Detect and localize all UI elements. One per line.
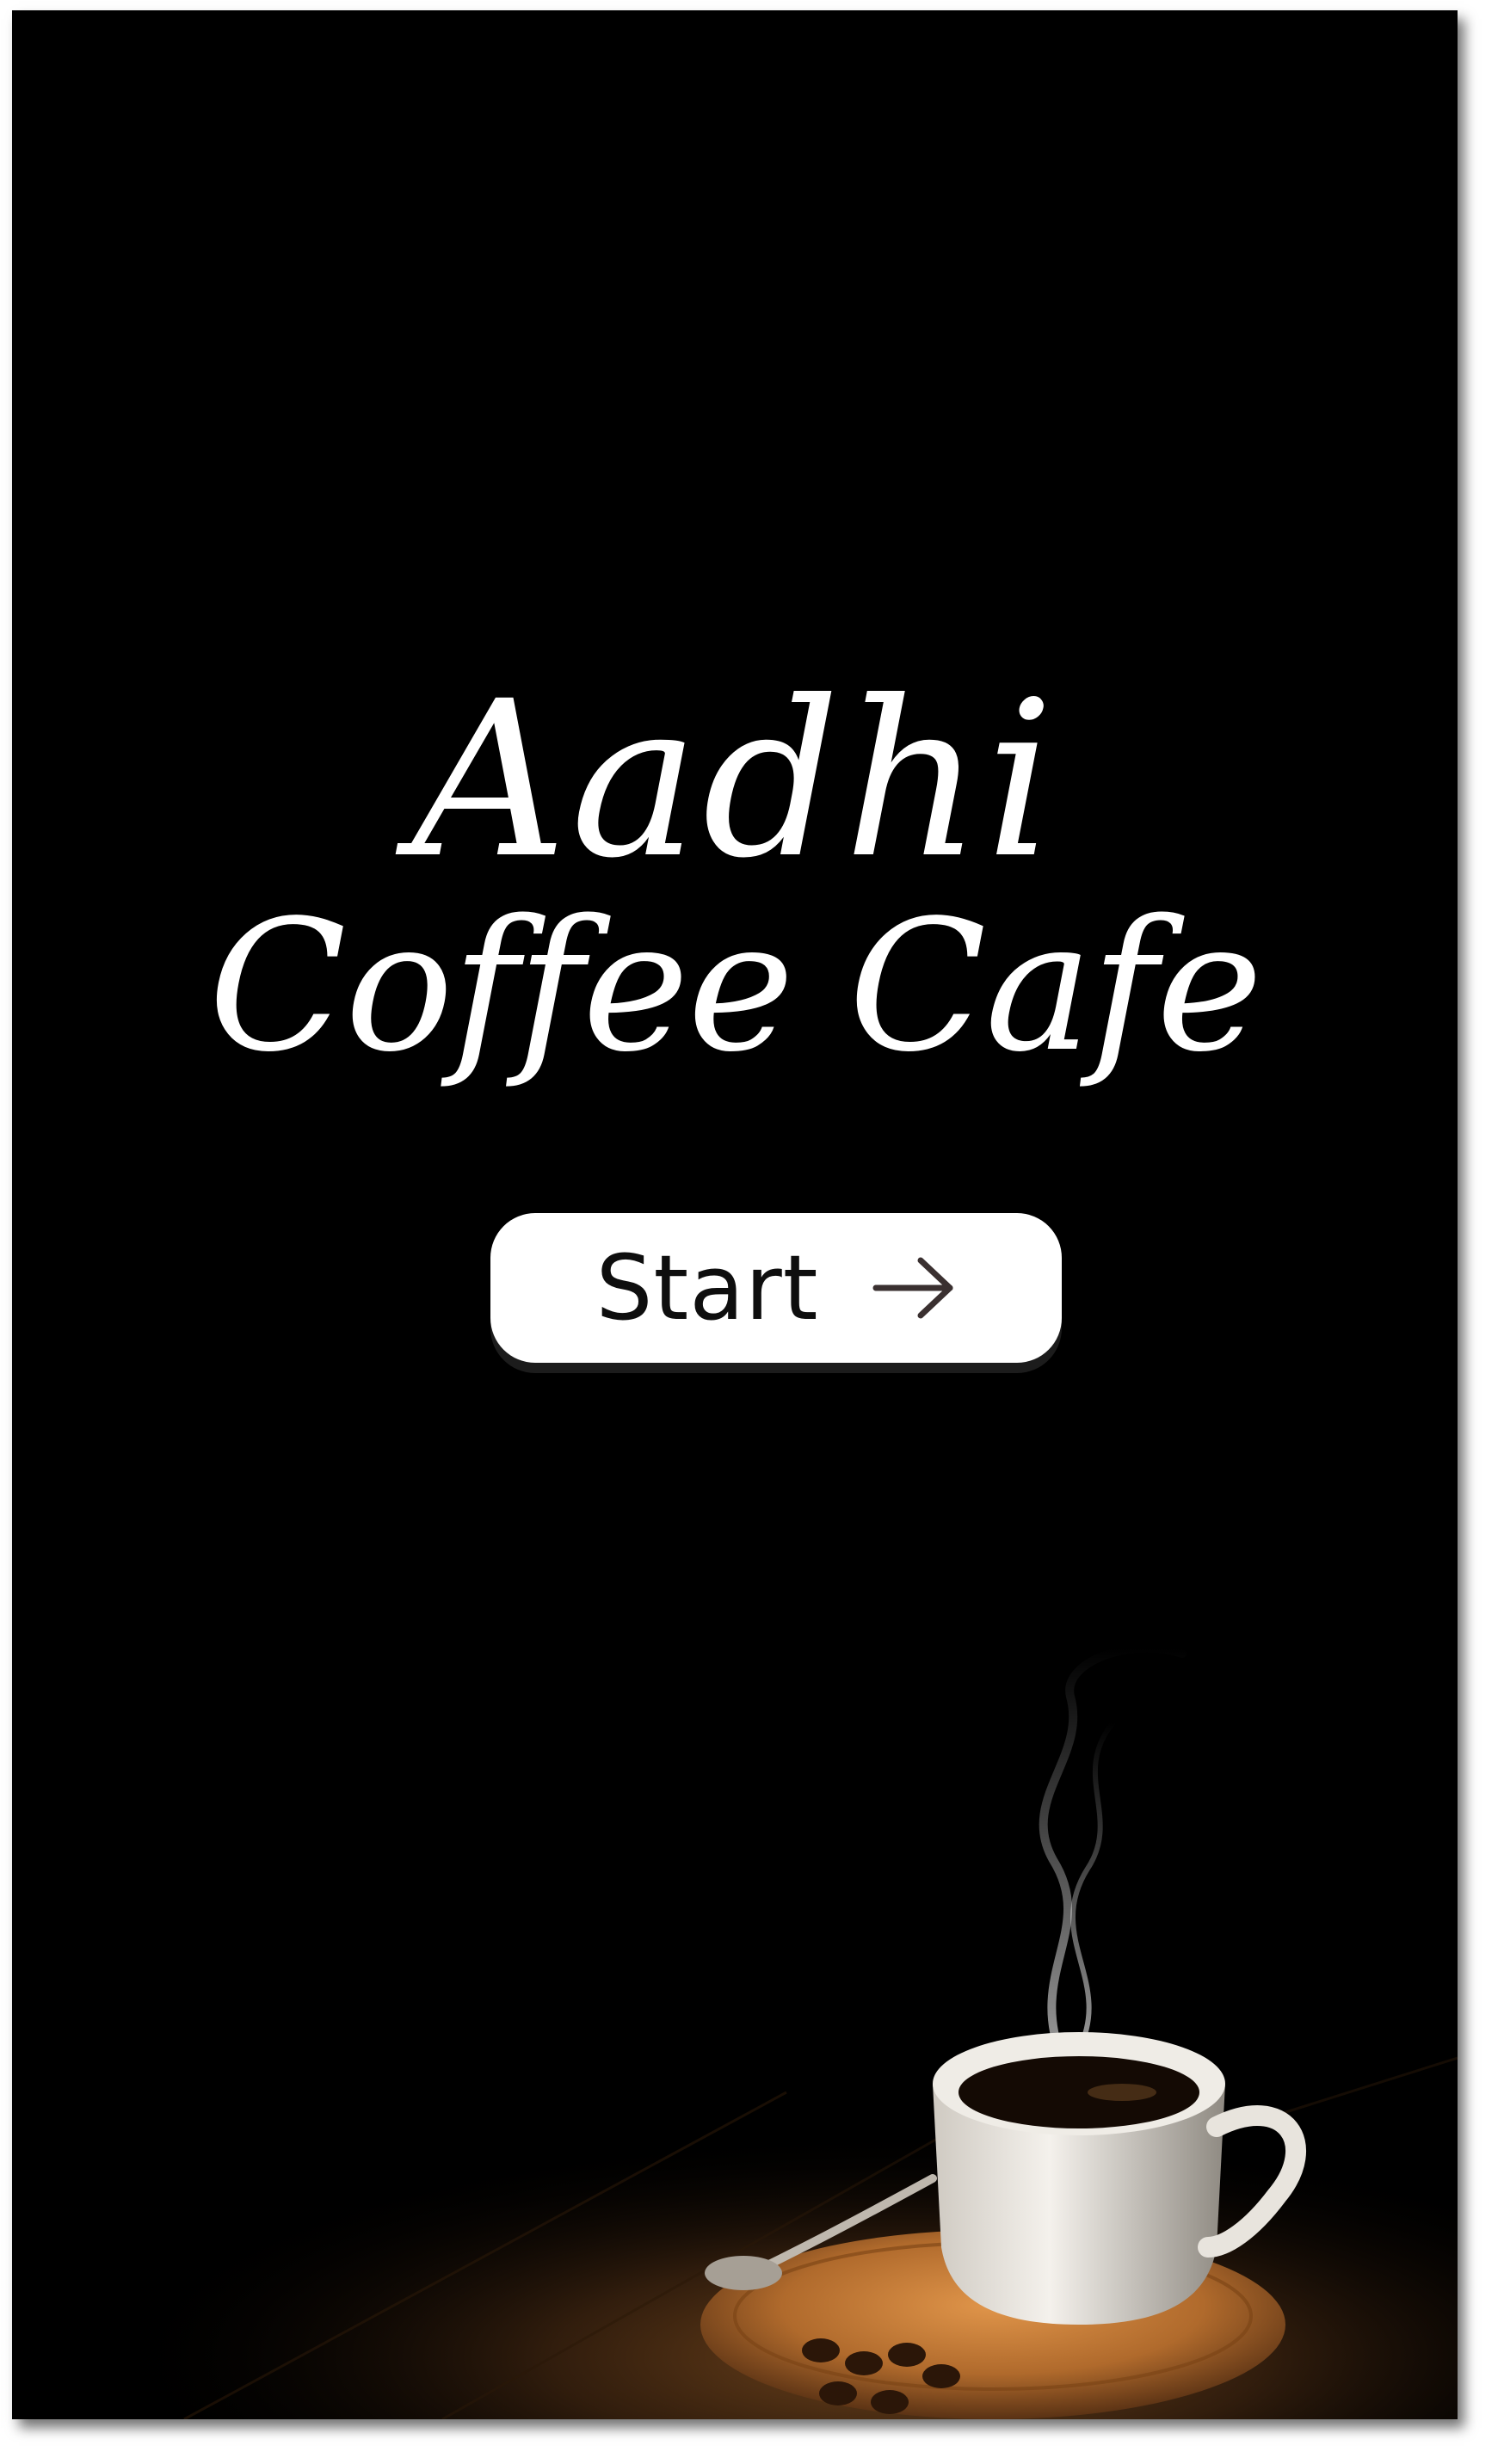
coffee-cup-scene — [12, 1645, 1458, 2419]
brand-title-line2: Coffee Cafe — [208, 881, 1263, 1092]
arrow-right-icon — [872, 1257, 953, 1319]
splash-screen: Aadhi Coffee Cafe Start — [12, 10, 1458, 2419]
start-button[interactable]: Start — [490, 1213, 1062, 1363]
brand-title-line1: Aadhi — [411, 655, 1058, 905]
start-button-label: Start — [595, 1235, 819, 1340]
